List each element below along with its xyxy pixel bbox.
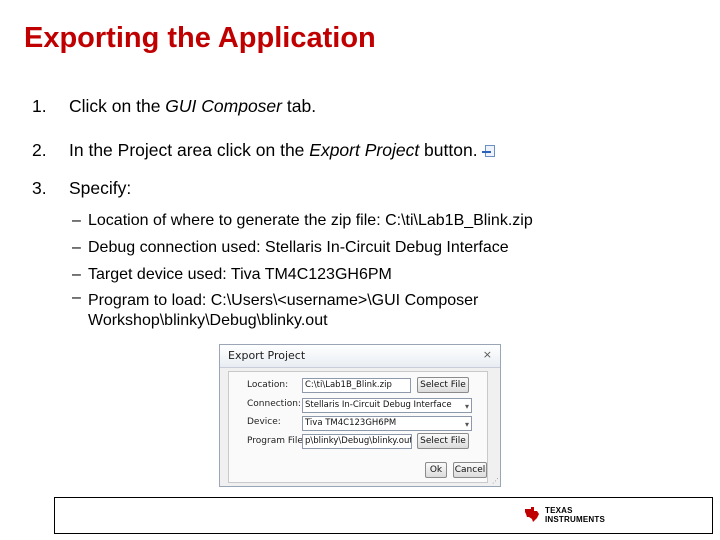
footer-bar [54, 497, 713, 534]
sub-item-connection: – Debug connection used: Stellaris In-Cir… [72, 234, 533, 261]
export-project-icon [481, 145, 496, 158]
cancel-button[interactable]: Cancel [453, 462, 487, 478]
step-3: 3. Specify: [32, 178, 131, 199]
connection-value: Stellaris In-Circuit Debug Interface [305, 400, 452, 410]
device-label: Device: [247, 417, 281, 427]
dialog-titlebar[interactable]: Export Project × [220, 345, 500, 368]
ti-brand-text: TEXAS INSTRUMENTS [545, 506, 605, 524]
ok-button[interactable]: Ok [425, 462, 447, 478]
sub-item-text: Program to load: C:\Users\<username>\GUI… [88, 292, 479, 309]
sub-item-device: – Target device used: Tiva TM4C123GH6PM [72, 261, 533, 288]
step-emphasis: GUI Composer [165, 96, 282, 116]
dialog-body: Location: C:\ti\Lab1B_Blink.zip Select F… [228, 371, 488, 483]
step-text: Specify: [69, 178, 132, 198]
sub-item-program: – Program to load: C:\Users\<username>\GU… [72, 288, 533, 331]
step-number: 1. [32, 96, 47, 116]
dash-bullet: – [72, 212, 81, 229]
step-1: 1. Click on the GUI Composer tab. [32, 96, 316, 117]
step-2: 2. In the Project area click on the Expor… [32, 140, 496, 161]
sub-item-text: Debug connection used: Stellaris In-Circ… [88, 239, 509, 256]
sub-item-text: Target device used: Tiva TM4C123GH6PM [88, 266, 392, 283]
brand-line-1: TEXAS [545, 506, 573, 515]
sub-item-text: Location of where to generate the zip fi… [88, 212, 533, 229]
device-select[interactable]: Tiva TM4C123GH6PM ▾ [302, 416, 472, 431]
program-select-file-button[interactable]: Select File [417, 433, 469, 449]
step-text: Click on the [69, 96, 166, 116]
step-number: 2. [32, 140, 47, 160]
program-file-label: Program File: [247, 436, 306, 446]
resize-grip-icon[interactable]: ⋰ [492, 477, 499, 485]
step-number: 3. [32, 178, 47, 198]
chevron-down-icon[interactable]: ▾ [465, 418, 469, 430]
step-text: tab. [282, 96, 317, 116]
step-emphasis: Export Project [309, 140, 420, 160]
device-value: Tiva TM4C123GH6PM [305, 418, 397, 428]
slide-title: Exporting the Application [24, 22, 376, 54]
sub-item-text-continued: Workshop\blinky\Debug\blinky.out [88, 312, 328, 329]
connection-label: Connection: [247, 399, 301, 409]
location-select-file-button[interactable]: Select File [417, 377, 469, 393]
location-field[interactable]: C:\ti\Lab1B_Blink.zip [302, 378, 411, 393]
program-file-field[interactable]: p\blinky\Debug\blinky.out [302, 434, 412, 449]
dash-bullet: – [72, 266, 81, 283]
close-icon[interactable]: × [483, 348, 492, 361]
dash-bullet: – [72, 239, 81, 256]
dash-bullet: – [72, 289, 81, 306]
location-label: Location: [247, 380, 289, 390]
sub-item-location: – Location of where to generate the zip f… [72, 207, 533, 234]
brand-line-2: INSTRUMENTS [545, 515, 605, 524]
dialog-title: Export Project [228, 349, 306, 362]
step-text: In the Project area click on the [69, 140, 310, 160]
step-text: button. [419, 140, 478, 160]
specify-sublist: – Location of where to generate the zip f… [72, 207, 533, 331]
chevron-down-icon[interactable]: ▾ [465, 400, 469, 412]
connection-select[interactable]: Stellaris In-Circuit Debug Interface ▾ [302, 398, 472, 413]
export-project-dialog: Export Project × Location: C:\ti\Lab1B_B… [219, 344, 501, 487]
texas-instruments-logo-icon [525, 507, 539, 522]
